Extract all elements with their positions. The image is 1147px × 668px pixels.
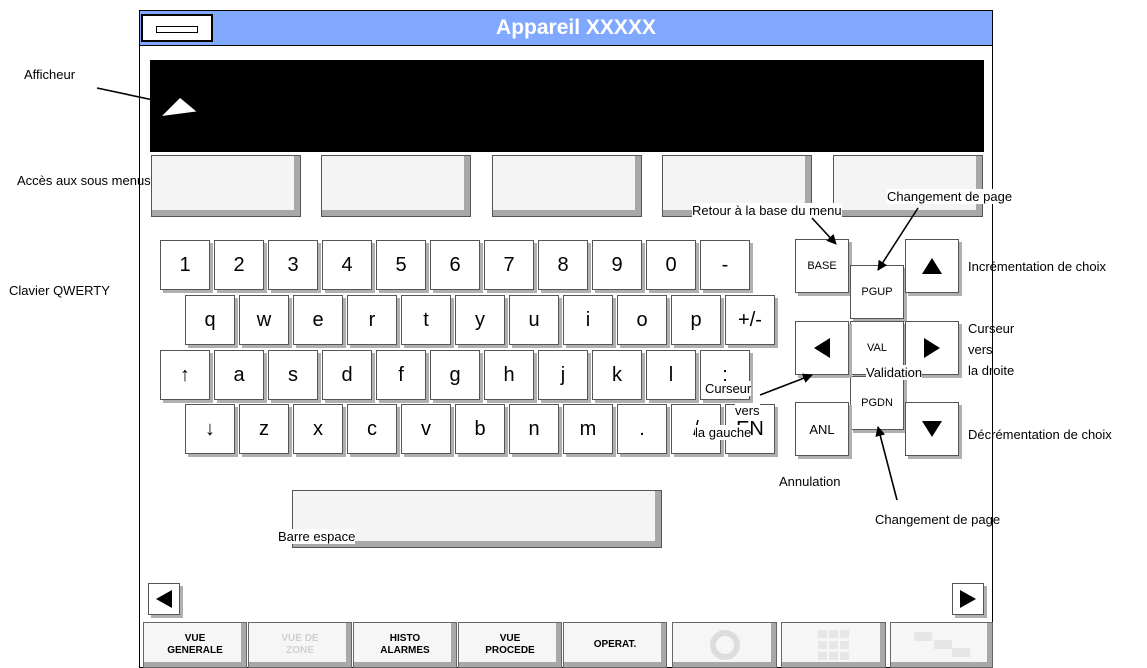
arrow-pgdn — [875, 426, 898, 501]
afficheur-pointer-icon — [158, 96, 200, 118]
annotation-arrows — [96, 87, 919, 501]
arrow-afficheur — [96, 87, 173, 105]
arrow-base — [811, 217, 837, 245]
arrow-left — [759, 373, 813, 396]
arrow-pgup — [877, 207, 919, 271]
